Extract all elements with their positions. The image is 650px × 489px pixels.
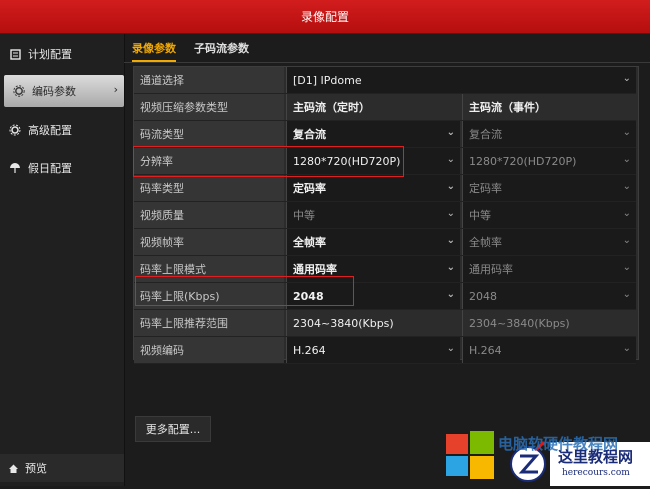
row-label: 视频编码 xyxy=(134,337,284,363)
chevron-down-icon: ⌄ xyxy=(622,235,631,246)
chevron-down-icon: ⌄ xyxy=(446,343,455,354)
video-encoding-event-select[interactable]: H.264 ⌄ xyxy=(462,337,636,363)
chevron-down-icon: ⌄ xyxy=(446,154,455,165)
video-encoding-main-select[interactable]: H.264 ⌄ xyxy=(286,337,460,363)
row-label: 视频压缩参数类型 xyxy=(134,94,284,120)
column-header-main: 主码流（定时） xyxy=(286,94,460,120)
select-value: 通用码率 xyxy=(293,263,337,276)
preview-button[interactable]: 预览 xyxy=(0,454,124,482)
bitrate-type-main-select[interactable]: 定码率 ⌄ xyxy=(286,175,460,201)
advanced-icon xyxy=(8,123,22,137)
select-value: 复合流 xyxy=(293,128,326,141)
select-value: 中等 xyxy=(293,209,315,222)
select-value: 全帧率 xyxy=(293,236,326,249)
chevron-down-icon: ⌄ xyxy=(622,181,631,192)
chevron-down-icon: ⌄ xyxy=(622,208,631,219)
tab-bar: 录像参数 子码流参数 xyxy=(124,34,650,63)
preview-label: 预览 xyxy=(25,462,47,475)
recommended-range-main: 2304~3840(Kbps) xyxy=(286,310,460,336)
form-header-row: 视频压缩参数类型 主码流（定时） 主码流（事件） xyxy=(134,94,636,121)
chevron-down-icon: ⌄ xyxy=(446,262,455,273)
sidebar-item-encoding[interactable]: 编码参数 › xyxy=(4,75,124,107)
schedule-icon xyxy=(8,47,22,61)
bitrate-type-event-select[interactable]: 定码率 ⌄ xyxy=(462,175,636,201)
sidebar-item-holiday[interactable]: 假日配置 xyxy=(0,152,124,184)
chevron-down-icon: ⌄ xyxy=(622,127,631,138)
row-label: 视频帧率 xyxy=(134,229,284,255)
highlight-box-bitrate-limit xyxy=(135,276,354,306)
form-row-bitrate-type: 码率类型 定码率 ⌄ 定码率 ⌄ xyxy=(134,175,636,202)
select-value: 中等 xyxy=(469,209,491,222)
chevron-down-icon: ⌄ xyxy=(622,154,631,165)
sidebar-item-schedule[interactable]: 计划配置 xyxy=(0,38,124,70)
highlight-box-resolution xyxy=(133,146,404,177)
video-quality-event-select[interactable]: 中等 ⌄ xyxy=(462,202,636,228)
frame-rate-main-select[interactable]: 全帧率 ⌄ xyxy=(286,229,460,255)
form-row-stream-type: 码流类型 复合流 ⌄ 复合流 ⌄ xyxy=(134,121,636,148)
chevron-down-icon: ⌄ xyxy=(446,181,455,192)
watermark-text: 这里教程网 xyxy=(558,448,634,466)
umbrella-icon xyxy=(8,161,22,175)
select-value: H.264 xyxy=(293,343,326,357)
row-label: 视频质量 xyxy=(134,202,284,228)
channel-select[interactable]: [D1] IPdome ⌄ xyxy=(286,67,636,93)
recommended-range-event: 2304~3840(Kbps) xyxy=(462,310,636,336)
window-title-bar: 录像配置 xyxy=(0,0,650,34)
chevron-down-icon: ⌄ xyxy=(446,289,455,300)
more-config-button[interactable]: 更多配置... xyxy=(135,416,211,442)
chevron-down-icon: ⌄ xyxy=(622,262,631,273)
video-quality-main-select[interactable]: 中等 ⌄ xyxy=(286,202,460,228)
row-label: 通道选择 xyxy=(134,67,284,93)
select-value: 全帧率 xyxy=(469,236,502,249)
resolution-event-select[interactable]: 1280*720(HD720P) ⌄ xyxy=(462,148,636,174)
row-label: 码流类型 xyxy=(134,121,284,147)
frame-rate-event-select[interactable]: 全帧率 ⌄ xyxy=(462,229,636,255)
sidebar-item-advanced[interactable]: 高级配置 xyxy=(0,114,124,146)
form-row-video-quality: 视频质量 中等 ⌄ 中等 ⌄ xyxy=(134,202,636,229)
select-value: 2048 xyxy=(469,289,497,303)
chevron-down-icon: ⌄ xyxy=(622,289,631,300)
form-row-recommended-range: 码率上限推荐范围 2304~3840(Kbps) 2304~3840(Kbps) xyxy=(134,310,636,337)
sidebar-item-label: 计划配置 xyxy=(28,48,72,61)
watermark-url: herecours.com xyxy=(562,468,630,478)
form-row-channel: 通道选择 [D1] IPdome ⌄ xyxy=(134,67,636,94)
chevron-right-icon: › xyxy=(113,83,118,96)
select-value: 1280*720(HD720P) xyxy=(469,154,577,168)
sidebar-item-label: 高级配置 xyxy=(28,124,72,137)
chevron-down-icon: ⌄ xyxy=(446,208,455,219)
tab-record-params[interactable]: 录像参数 xyxy=(132,40,176,62)
sidebar-item-label: 编码参数 xyxy=(32,85,76,98)
sidebar: 计划配置 编码参数 › 高级配置 假日配置 xyxy=(0,34,125,486)
channel-value: [D1] IPdome xyxy=(293,73,362,87)
select-value: 复合流 xyxy=(469,128,502,141)
column-header-event: 主码流（事件） xyxy=(462,94,636,120)
tab-substream-params[interactable]: 子码流参数 xyxy=(194,40,249,56)
form-row-frame-rate: 视频帧率 全帧率 ⌄ 全帧率 ⌄ xyxy=(134,229,636,256)
chevron-down-icon: ⌄ xyxy=(446,127,455,138)
select-value: 定码率 xyxy=(293,182,326,195)
stream-type-event-select[interactable]: 复合流 ⌄ xyxy=(462,121,636,147)
bitrate-limit-mode-event-select[interactable]: 通用码率 ⌄ xyxy=(462,256,636,282)
stream-type-main-select[interactable]: 复合流 ⌄ xyxy=(286,121,460,147)
select-value: H.264 xyxy=(469,343,502,357)
chevron-down-icon: ⌄ xyxy=(446,235,455,246)
sidebar-item-label: 假日配置 xyxy=(28,162,72,175)
home-icon xyxy=(8,463,19,474)
select-value: 定码率 xyxy=(469,182,502,195)
bitrate-limit-event-select[interactable]: 2048 ⌄ xyxy=(462,283,636,309)
encoding-form: 通道选择 [D1] IPdome ⌄ 视频压缩参数类型 主码流（定时） 主码流（… xyxy=(133,66,639,364)
chevron-down-icon: ⌄ xyxy=(622,343,631,354)
row-label: 码率上限推荐范围 xyxy=(134,310,284,336)
row-label: 码率类型 xyxy=(134,175,284,201)
select-value: 通用码率 xyxy=(469,263,513,276)
chevron-down-icon: ⌄ xyxy=(622,73,631,84)
window-title: 录像配置 xyxy=(300,10,349,24)
form-row-video-encoding: 视频编码 H.264 ⌄ H.264 ⌄ xyxy=(134,337,636,364)
gear-icon xyxy=(12,84,26,98)
